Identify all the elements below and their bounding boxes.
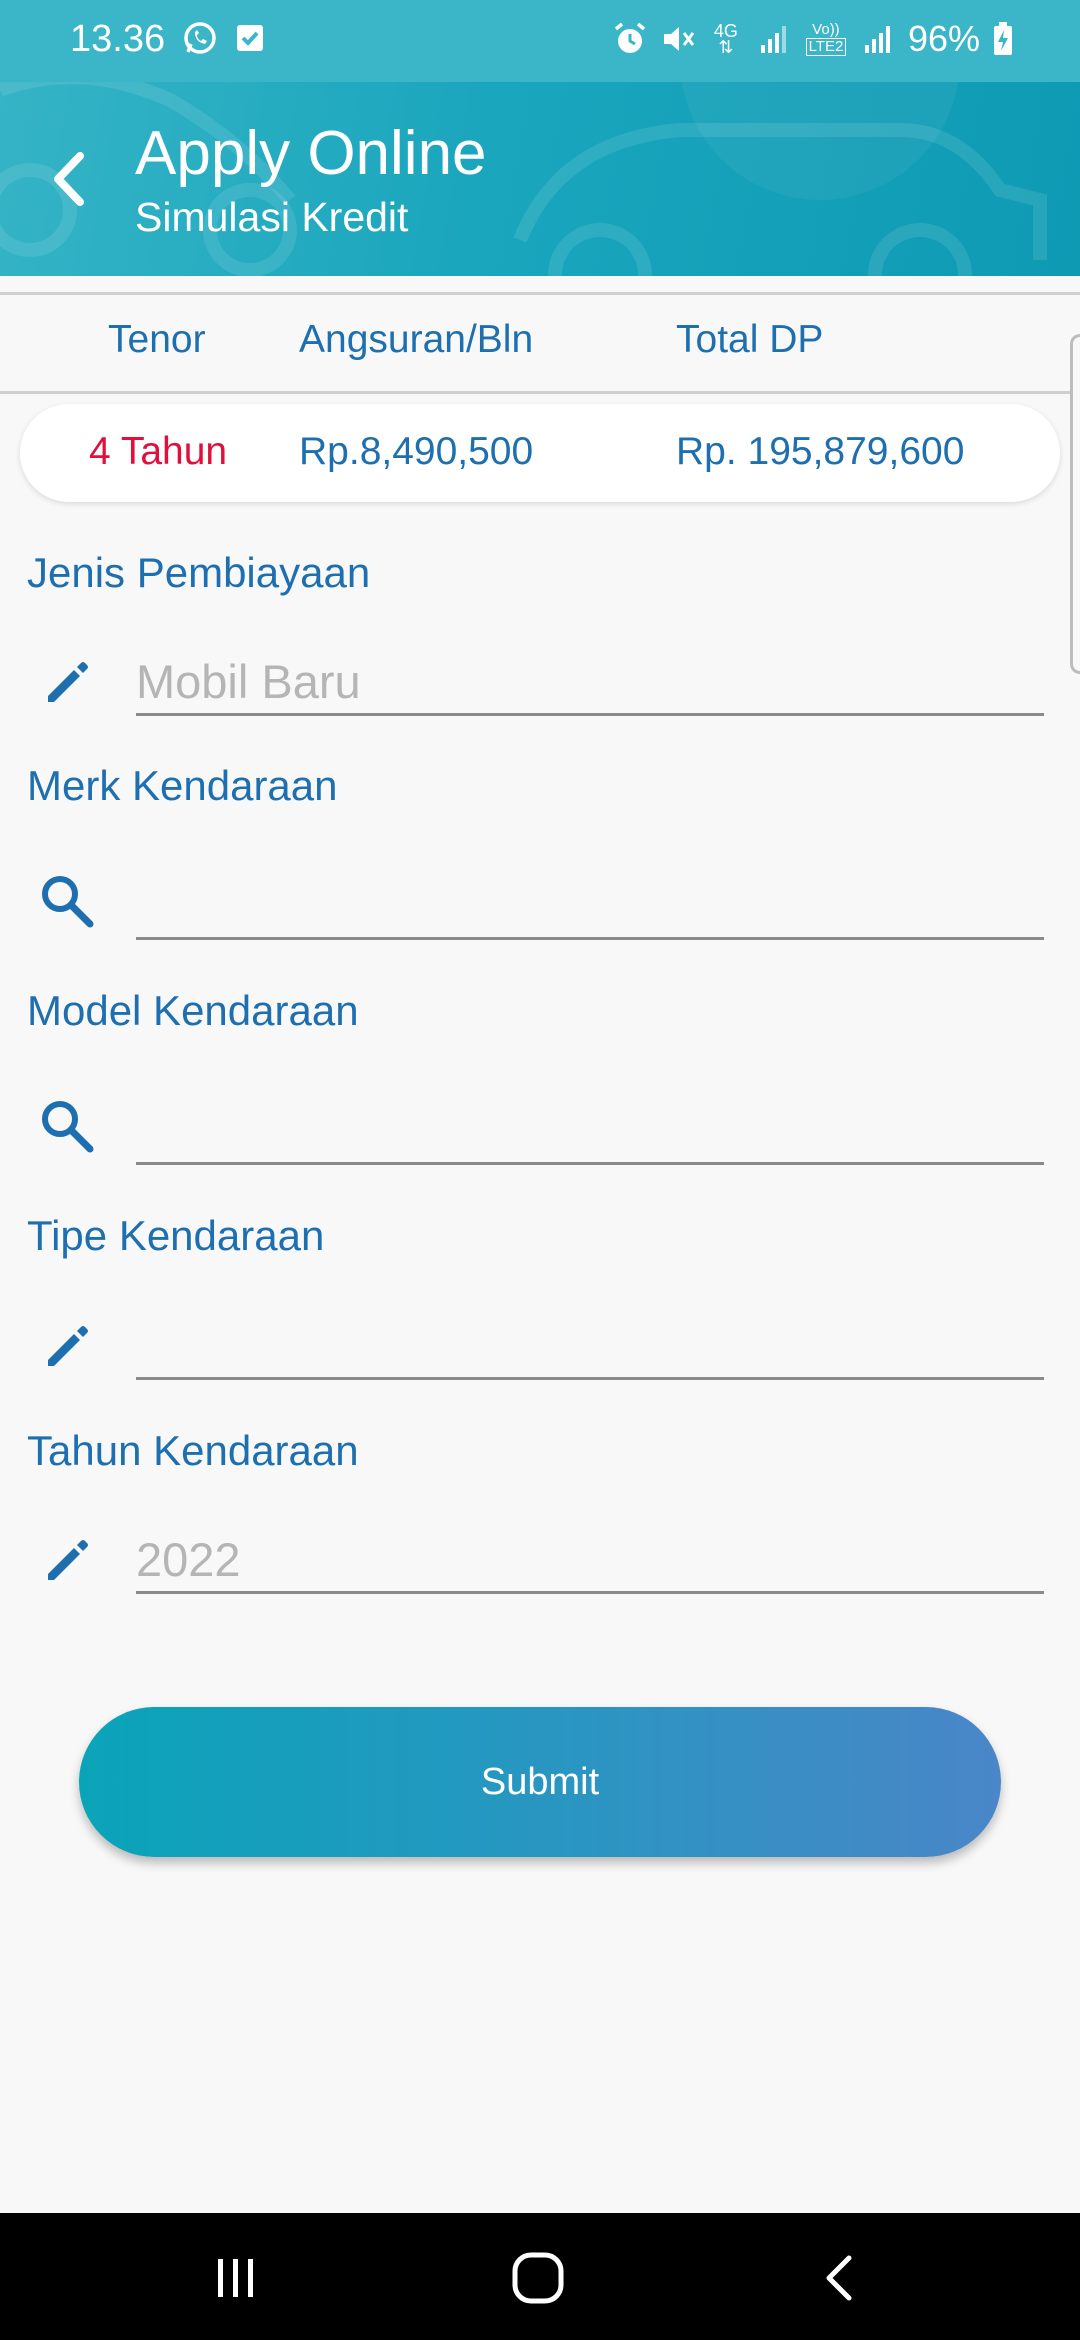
system-back-button[interactable] — [800, 2243, 880, 2313]
tahun-kendaraan-field[interactable] — [136, 1528, 1044, 1594]
summary-column-angsuran: Angsuran/Bln — [299, 318, 534, 361]
mute-icon — [660, 21, 696, 57]
summary-column-tenor: Tenor — [108, 318, 206, 361]
chevron-left-icon — [54, 152, 84, 206]
field-label-merk-kendaraan: Merk Kendaraan — [27, 762, 338, 809]
recent-apps-button[interactable] — [196, 2243, 276, 2313]
model-kendaraan-field[interactable] — [136, 1099, 1044, 1165]
data-4g-icon: 4G ⇅ — [708, 21, 744, 57]
back-arrow-icon — [826, 2255, 852, 2301]
submit-button[interactable]: Submit — [79, 1707, 1001, 1857]
data-arrows-icon: ⇅ — [718, 37, 734, 57]
pencil-icon — [36, 1316, 96, 1376]
jenis-pembiayaan-value: Mobil Baru — [136, 655, 361, 708]
search-icon[interactable] — [36, 870, 96, 930]
page-subtitle: Simulasi Kredit — [135, 194, 409, 240]
home-icon — [512, 2252, 564, 2304]
alarm-icon — [612, 21, 648, 57]
volte-label: Vo)) — [812, 21, 840, 38]
app-header: 13.36 4G ⇅ Vo)) LTE2 96% Apply Online Si… — [0, 0, 1080, 280]
field-label-model-kendaraan: Model Kendaraan — [27, 987, 359, 1034]
status-notification-icons — [182, 20, 268, 56]
signal-2-icon — [860, 21, 896, 57]
tahun-kendaraan-value: 2022 — [136, 1533, 241, 1586]
summary-value-angsuran: Rp.8,490,500 — [299, 430, 534, 473]
header-divider — [0, 276, 1080, 290]
battery-percent: 96% — [907, 18, 980, 59]
task-check-icon — [232, 20, 268, 56]
recent-apps-icon — [218, 2259, 253, 2297]
summary-value-tenor: 4 Tahun — [89, 430, 228, 473]
field-label-tipe-kendaraan: Tipe Kendaraan — [27, 1212, 325, 1259]
merk-kendaraan-field[interactable] — [136, 874, 1044, 940]
tipe-kendaraan-field[interactable] — [136, 1314, 1044, 1380]
field-label-jenis-pembiayaan: Jenis Pembiayaan — [27, 549, 371, 596]
status-system-icons: 4G ⇅ Vo)) LTE2 96% — [612, 18, 1014, 60]
lte-label: LTE2 — [805, 38, 847, 56]
scrollbar[interactable] — [1070, 334, 1080, 674]
pencil-icon — [36, 652, 96, 712]
signal-1-icon — [756, 21, 792, 57]
volte-icon: Vo)) LTE2 — [804, 21, 848, 57]
pencil-icon — [36, 1530, 96, 1590]
whatsapp-icon — [182, 20, 218, 56]
field-label-tahun-kendaraan: Tahun Kendaraan — [27, 1427, 359, 1474]
status-time: 13.36 — [70, 18, 166, 60]
summary-column-total-dp: Total DP — [676, 318, 824, 361]
summary-value-total-dp: Rp. 195,879,600 — [676, 430, 965, 473]
search-icon[interactable] — [36, 1095, 96, 1155]
back-button[interactable] — [44, 148, 98, 210]
page-title: Apply Online — [135, 119, 487, 188]
battery-charging-icon — [992, 21, 1014, 57]
home-button[interactable] — [498, 2243, 578, 2313]
